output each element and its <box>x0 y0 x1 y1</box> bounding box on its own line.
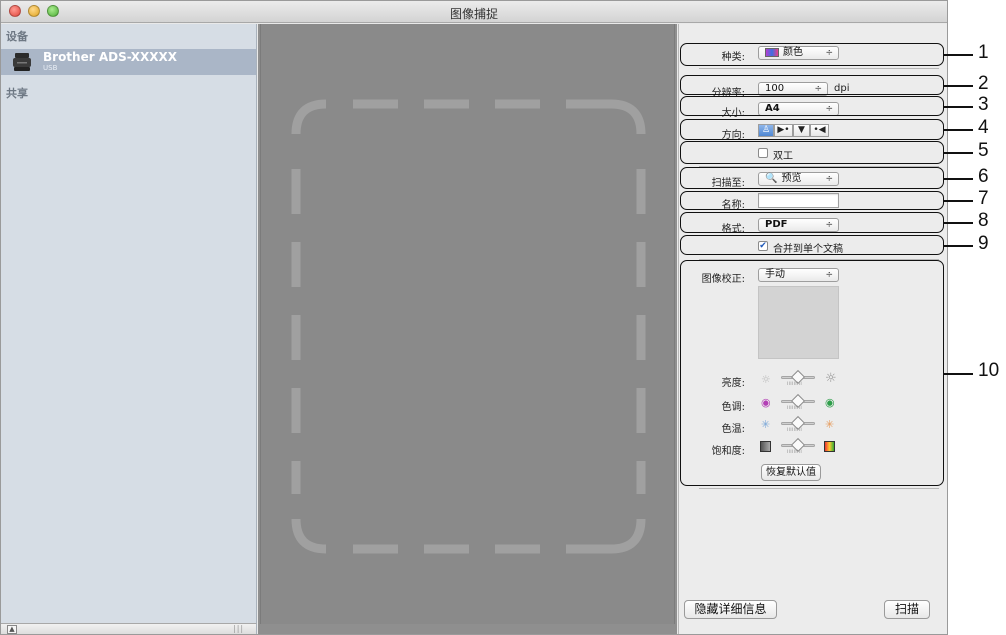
sidebar-footer: ▲ ||| <box>1 623 257 634</box>
callout-box <box>680 43 944 66</box>
callout-number: 8 <box>978 210 989 231</box>
callout-number: 2 <box>978 73 989 94</box>
callout-box <box>680 75 944 95</box>
callout-leader <box>944 54 973 56</box>
window-title: 图像捕捉 <box>449 7 498 21</box>
callout-number: 5 <box>978 140 989 161</box>
callout-box <box>680 212 944 233</box>
callout-leader <box>944 106 973 108</box>
device-name: Brother ADS-XXXXX <box>43 50 177 64</box>
callout-number: 9 <box>978 233 989 254</box>
callout-number: 3 <box>978 94 989 115</box>
shared-heading: 共享 <box>6 87 28 100</box>
title-bar: 图像捕捉 <box>1 1 947 23</box>
separator <box>699 68 939 69</box>
separator <box>699 488 939 489</box>
sidebar-item-scanner[interactable]: Brother ADS-XXXXX USB <box>1 49 256 75</box>
hide-details-button[interactable]: 隐藏详细信息 <box>684 600 777 619</box>
callout-leader <box>944 85 973 87</box>
preview-canvas[interactable] <box>260 24 675 624</box>
callout-number: 1 <box>978 42 989 63</box>
callout-leader <box>944 245 973 247</box>
callout-box <box>680 167 944 189</box>
callout-leader <box>944 178 973 180</box>
resize-grip-icon[interactable]: ||| <box>233 624 244 633</box>
callout-leader <box>944 200 973 202</box>
scanner-icon <box>13 53 31 71</box>
eject-icon[interactable]: ▲ <box>7 625 17 634</box>
callout-box <box>680 260 944 486</box>
callout-leader <box>944 222 973 224</box>
callout-box <box>680 96 944 116</box>
callout-number: 7 <box>978 188 989 209</box>
callout-box <box>680 141 944 164</box>
device-sidebar: 设备 Brother ADS-XXXXX USB 共享 <box>1 24 257 623</box>
device-connection: USB <box>43 64 58 72</box>
devices-heading: 设备 <box>6 30 28 43</box>
callout-box <box>680 119 944 140</box>
scan-button[interactable]: 扫描 <box>884 600 930 619</box>
callout-box <box>680 235 944 255</box>
preview-area <box>258 24 677 634</box>
callout-number: 4 <box>978 117 989 138</box>
callout-leader <box>944 373 973 375</box>
scan-placeholder-icon <box>291 99 646 554</box>
callout-leader <box>944 152 973 154</box>
callout-number: 6 <box>978 166 989 187</box>
callout-leader <box>944 129 973 131</box>
callout-number: 10 <box>978 360 1000 381</box>
callout-box <box>680 191 944 210</box>
